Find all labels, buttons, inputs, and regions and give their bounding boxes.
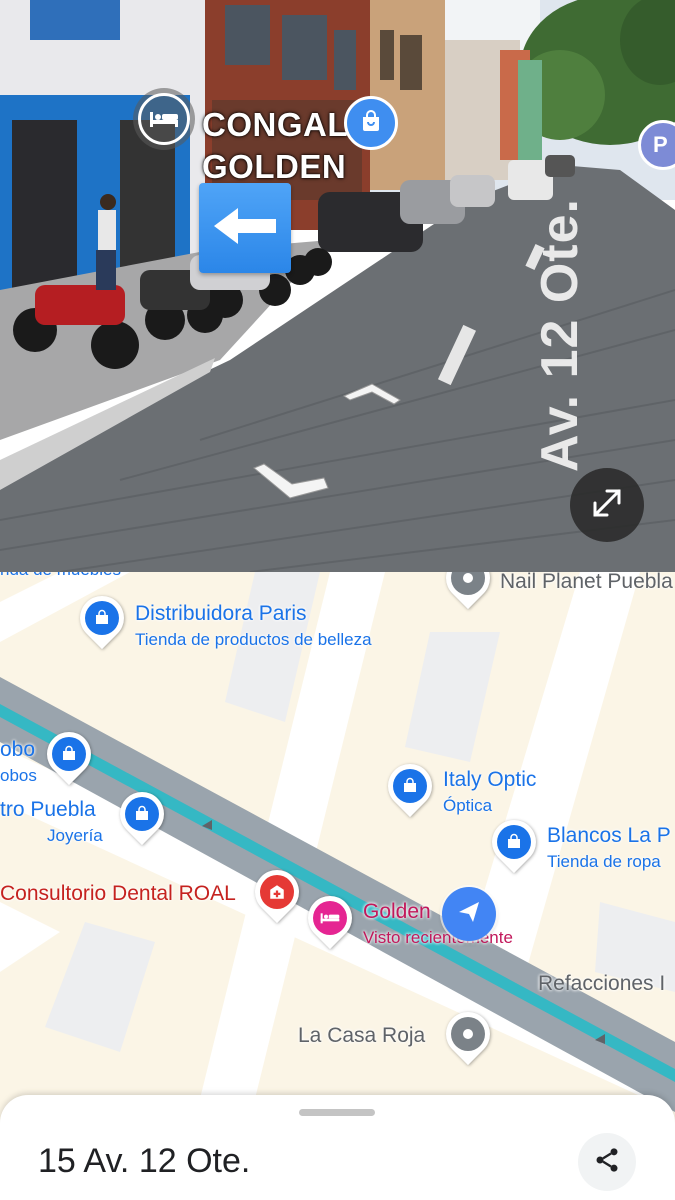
navigate-back-chevron-icon[interactable] xyxy=(250,462,332,502)
expand-icon xyxy=(589,485,625,526)
arrow-left-icon xyxy=(212,206,278,251)
bottom-sheet[interactable]: 15 Av. 12 Ote. xyxy=(0,1095,675,1200)
poi-title-dental[interactable]: Consultorio Dental ROAL xyxy=(0,882,236,906)
current-location-marker xyxy=(442,887,496,941)
poi-title-nail-planet[interactable]: Nail Planet Puebla xyxy=(500,572,673,594)
poi-subtitle-italy-optic: Óptica xyxy=(443,796,493,815)
bed-icon xyxy=(138,93,190,145)
poi-title-blancos[interactable]: Blancos La P xyxy=(547,824,671,848)
hotel-marker[interactable] xyxy=(133,88,195,150)
address-title: 15 Av. 12 Ote. xyxy=(38,1142,251,1180)
place-label[interactable]: CONGAL GOLDEN xyxy=(202,104,348,188)
shopping-bag-icon xyxy=(497,825,531,859)
italy-optic-pin[interactable] xyxy=(378,754,442,818)
poi-subtitle-distribuidora-paris: Tienda de productos de belleza xyxy=(135,630,372,649)
place-label-line1: CONGAL xyxy=(202,106,348,143)
medical-icon xyxy=(260,875,294,909)
drag-handle[interactable] xyxy=(299,1109,375,1116)
poi-subtitle-tro-puebla: Joyería xyxy=(47,826,103,845)
shopping-bag-icon xyxy=(85,601,119,635)
shopping-bag-icon xyxy=(125,797,159,831)
poi-title-distribuidora-paris[interactable]: Distribuidora Paris xyxy=(135,602,307,626)
dental-pin[interactable] xyxy=(245,860,309,924)
distribuidora-paris-pin[interactable] xyxy=(70,586,134,650)
shopping-bag-icon xyxy=(52,737,86,771)
share-button[interactable] xyxy=(578,1133,636,1191)
poi-subtitle-blancos: Tienda de ropa xyxy=(547,852,661,871)
share-icon xyxy=(593,1146,621,1179)
poi-subtitle-golden: Visto recientemente xyxy=(363,928,513,947)
tro-puebla-pin[interactable] xyxy=(110,782,174,846)
poi-subtitle-obo: obos xyxy=(0,766,37,785)
parking-icon: P xyxy=(653,132,668,157)
obo-pin[interactable] xyxy=(37,722,101,786)
shopping-bag-icon xyxy=(393,769,427,803)
la-casa-roja-pin[interactable] xyxy=(436,1002,500,1066)
blancos-pin[interactable] xyxy=(482,810,546,874)
poi-title-la-casa-roja[interactable]: La Casa Roja xyxy=(298,1024,425,1048)
golden-pin[interactable] xyxy=(298,886,362,950)
bed-icon xyxy=(313,901,347,935)
nail-planet-pin[interactable] xyxy=(436,572,500,610)
shopping-bag-icon xyxy=(359,109,383,138)
poi-title-obo[interactable]: obo xyxy=(0,738,35,762)
poi-title-tienda-muebles[interactable]: nda de muebles xyxy=(0,572,121,580)
street-name-overlay: Av. 12 Ote. xyxy=(531,198,589,472)
navigation-arrow-icon xyxy=(455,898,483,931)
poi-title-italy-optic[interactable]: Italy Optic xyxy=(443,768,536,792)
poi-title-refacciones[interactable]: Refacciones I xyxy=(538,972,665,996)
location-pin-icon xyxy=(451,1017,485,1051)
shop-marker[interactable] xyxy=(344,96,398,150)
place-label-line2: GOLDEN xyxy=(202,148,347,185)
poi-title-golden[interactable]: Golden xyxy=(363,900,431,924)
poi-title-tro-puebla[interactable]: tro Puebla xyxy=(0,798,96,822)
navigate-forward-chevron-icon[interactable] xyxy=(342,380,402,408)
street-view-panel[interactable]: CONGAL GOLDEN P Av. 12 Ote. xyxy=(0,0,675,572)
expand-button[interactable] xyxy=(570,468,644,542)
direction-sign xyxy=(199,183,291,273)
